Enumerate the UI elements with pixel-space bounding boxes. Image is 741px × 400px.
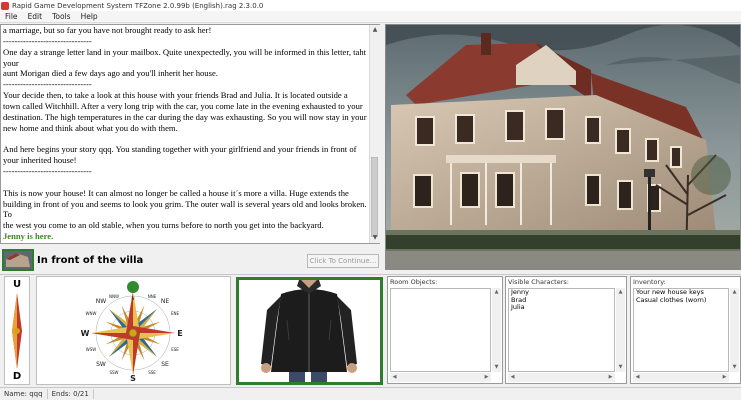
title-bar: Rapid Game Development System TFZone 2.0… (0, 0, 741, 11)
divider (0, 274, 741, 275)
room-objects-scrollbar[interactable]: ▲ ▼ (492, 288, 501, 372)
room-objects-title: Room Objects: (390, 278, 438, 286)
scroll-down-arrow-icon[interactable]: ▼ (730, 363, 739, 372)
compass-label-nne: NNE (148, 294, 157, 299)
compass-label-ne[interactable]: NE (161, 298, 169, 305)
player-picture (236, 277, 383, 385)
room-objects-hscrollbar[interactable]: ◀ ▶ (390, 373, 491, 382)
visible-characters-title: Visible Characters: (508, 278, 569, 286)
presence-line: Jenny is here. (3, 231, 54, 242)
inventory-scrollbar[interactable]: ▲ ▼ (730, 288, 739, 372)
story-line: a marriage, but so far you have not brou… (3, 25, 212, 35)
app-icon (1, 1, 9, 10)
window-title: Rapid Game Development System TFZone 2.0… (12, 1, 264, 10)
scroll-up-arrow-icon[interactable]: ▲ (616, 288, 625, 297)
room-thumbnail[interactable] (2, 249, 34, 271)
compass-label-ene: ENE (171, 311, 180, 316)
story-text-area[interactable]: a marriage, but so far you have not brou… (0, 24, 380, 244)
scroll-right-arrow-icon[interactable]: ▶ (720, 373, 729, 382)
scroll-down-arrow-icon[interactable]: ▼ (492, 363, 501, 372)
story-line: ------------------------------- (3, 165, 92, 176)
up-down-arrow-icon (12, 293, 22, 369)
story-line: aunt Morigan died a few days ago and you… (3, 68, 218, 79)
story-line: destination. The high temperatures in th… (3, 111, 367, 122)
story-line: your inherited house! (3, 155, 77, 166)
compass-label-wsw: WSW (86, 347, 96, 352)
compass-label-e[interactable]: E (177, 329, 182, 338)
room-name: In front of the villa (37, 255, 144, 266)
compass-label-se[interactable]: SE (161, 361, 169, 368)
status-ends: Ends: 0/21 (48, 389, 94, 399)
up-down-control: U D (4, 276, 30, 385)
inventory-title: Inventory: (633, 278, 666, 286)
status-player-name: Name: qqq (0, 389, 48, 399)
menu-bar: File Edit Tools Help (0, 11, 741, 23)
inventory-list[interactable]: Your new house keys Casual clothes (worn) (633, 288, 729, 372)
story-scrollbar[interactable]: ▲ ▼ (369, 25, 380, 243)
room-thumbnail-image (4, 251, 32, 269)
visible-characters-list[interactable]: Jenny Brad Julia (508, 288, 615, 372)
scroll-down-arrow-icon[interactable]: ▼ (370, 233, 380, 243)
inventory-panel: Inventory: Your new house keys Casual clo… (630, 276, 741, 384)
inventory-hscrollbar[interactable]: ◀ ▶ (633, 373, 729, 382)
room-objects-panel: Room Objects: ▲ ▼ ◀ ▶ (387, 276, 503, 384)
player-image (239, 280, 380, 382)
compass: N NNE NE ENE E ESE SE SSE S SSW SW WSW W… (36, 276, 231, 385)
compass-label-sse: SSE (148, 370, 156, 375)
scroll-down-arrow-icon[interactable]: ▼ (616, 363, 625, 372)
up-button[interactable]: U (5, 279, 29, 290)
visible-characters-hscrollbar[interactable]: ◀ ▶ (508, 373, 615, 382)
story-line: ------------------------------- (3, 35, 92, 46)
story-text: a marriage, but so far you have not brou… (3, 25, 367, 243)
menu-file[interactable]: File (0, 12, 23, 21)
room-image (385, 24, 741, 270)
story-line: town called Witchhill. After a very long… (3, 100, 363, 111)
story-line: the west you come to an old stable, when… (3, 220, 324, 231)
presence-line: Brad is here. (3, 242, 367, 243)
story-line: Your decide then, to take a look at this… (3, 90, 348, 101)
visible-characters-scrollbar[interactable]: ▲ ▼ (616, 288, 625, 372)
story-line: And here begins your story qqq. You stan… (3, 144, 357, 155)
visible-characters-panel: Visible Characters: Jenny Brad Julia ▲ ▼ ◀… (505, 276, 627, 384)
compass-label-w[interactable]: W (81, 329, 90, 338)
story-line: One day a strange letter land in your ma… (3, 46, 367, 68)
menu-edit[interactable]: Edit (23, 12, 48, 21)
compass-label-wnw: WNW (86, 311, 97, 316)
scroll-up-arrow-icon[interactable]: ▲ (492, 288, 501, 297)
scroll-left-arrow-icon[interactable]: ◀ (633, 373, 642, 382)
scroll-right-arrow-icon[interactable]: ▶ (482, 373, 491, 382)
list-item[interactable]: Julia (509, 303, 614, 312)
down-button[interactable]: D (5, 371, 29, 382)
menu-tools[interactable]: Tools (47, 12, 75, 21)
story-scroll-thumb[interactable] (371, 157, 378, 237)
story-line: building in front of you and seems to lo… (3, 198, 367, 220)
scroll-up-arrow-icon[interactable]: ▲ (730, 288, 739, 297)
compass-label-s[interactable]: S (130, 374, 136, 383)
room-objects-list[interactable] (390, 288, 491, 372)
compass-label-ese: ESE (171, 347, 179, 352)
compass-rose-icon: N NNE NE ENE E ESE SE SSE S SSW SW WSW W… (81, 281, 183, 383)
story-line (3, 133, 367, 144)
compass-label-sw[interactable]: SW (96, 361, 106, 368)
villa-picture (386, 25, 740, 269)
story-line: ------------------------------- (3, 79, 92, 90)
compass-label-nw[interactable]: NW (96, 298, 106, 305)
story-line: This is now your house! It can almost no… (3, 187, 349, 198)
compass-label-nnw: NNW (109, 294, 119, 299)
menu-help[interactable]: Help (76, 12, 103, 21)
continue-button[interactable]: Click To Continue... (307, 254, 379, 268)
status-bar: Name: qqq Ends: 0/21 (0, 387, 741, 400)
north-indicator-icon[interactable] (127, 281, 139, 293)
compass-label-n: N (132, 296, 135, 301)
scroll-left-arrow-icon[interactable]: ◀ (390, 373, 399, 382)
list-item[interactable]: Casual clothes (worn) (634, 296, 728, 305)
scroll-up-arrow-icon[interactable]: ▲ (370, 25, 380, 35)
scroll-right-arrow-icon[interactable]: ▶ (606, 373, 615, 382)
story-line: new home and think about what you do wit… (3, 122, 178, 133)
story-line (3, 177, 367, 188)
compass-label-ssw: SSW (109, 370, 118, 375)
scroll-left-arrow-icon[interactable]: ◀ (508, 373, 517, 382)
